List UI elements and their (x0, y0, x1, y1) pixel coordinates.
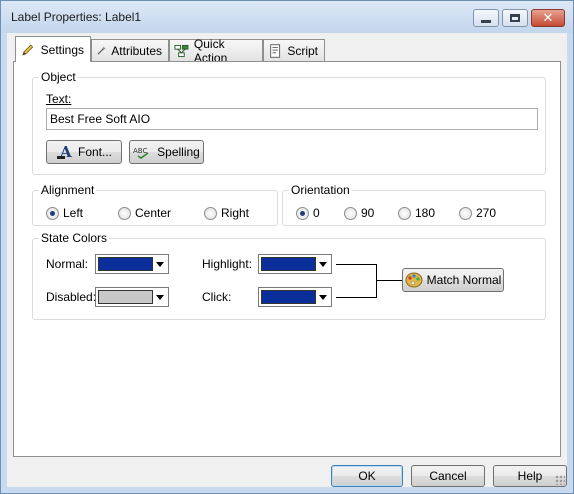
color-swatch (261, 257, 316, 271)
script-icon (270, 43, 281, 58)
dropdown-arrow-icon (153, 294, 167, 300)
radio-label: Center (135, 206, 172, 220)
orientation-180-radio[interactable]: 180 (398, 206, 435, 220)
disabled-label: Disabled: (46, 290, 97, 304)
group-title: Alignment (39, 183, 97, 197)
tab-attributes[interactable]: Attributes (91, 39, 169, 61)
align-center-radio[interactable]: Center (118, 206, 171, 220)
align-left-radio[interactable]: Left (46, 206, 83, 220)
minimize-button[interactable] (473, 9, 499, 27)
connector-line (336, 297, 376, 298)
maximize-icon (510, 14, 520, 22)
resize-grip-icon[interactable] (555, 475, 565, 485)
svg-text:ABC: ABC (133, 147, 147, 155)
tab-label: Settings (40, 42, 84, 57)
radio-label: 270 (476, 206, 497, 220)
text-label: Text: (46, 92, 72, 106)
dropdown-arrow-icon (153, 261, 167, 267)
tab-script[interactable]: Script (263, 39, 325, 61)
dropdown-arrow-icon (316, 261, 330, 267)
pencil-icon (22, 44, 34, 56)
highlight-color-picker[interactable] (258, 254, 332, 274)
wand-icon (97, 45, 106, 55)
radio-label: 0 (313, 206, 320, 220)
radio-label: Left (63, 206, 84, 220)
color-swatch (98, 257, 153, 271)
title-bar[interactable]: Label Properties: Label1 ✕ (1, 1, 573, 33)
tab-label: Script (287, 43, 318, 58)
orientation-0-radio[interactable]: 0 (296, 206, 320, 220)
settings-panel: Object Text: Best Free Soft AIO A Font..… (13, 61, 561, 457)
font-icon: A (56, 143, 72, 161)
radio-indicator (459, 206, 472, 220)
match-normal-button[interactable]: Match Normal (402, 268, 504, 292)
radio-label: Right (221, 206, 250, 220)
radio-indicator (204, 206, 217, 220)
font-button[interactable]: A Font... (46, 140, 122, 164)
connector-line (376, 280, 402, 281)
minimize-icon (481, 19, 491, 23)
match-normal-label: Match Normal (426, 273, 502, 287)
text-input[interactable]: Best Free Soft AIO (46, 108, 538, 130)
group-title: Object (39, 70, 78, 84)
palette-icon (405, 272, 423, 288)
click-label: Click: (202, 290, 232, 304)
tab-quick-action[interactable]: Quick Action (169, 37, 263, 65)
spelling-button-label: Spelling (157, 145, 200, 159)
close-button[interactable]: ✕ (531, 9, 565, 27)
normal-color-picker[interactable] (95, 254, 169, 274)
radio-indicator (344, 206, 357, 220)
dropdown-arrow-icon (316, 294, 330, 300)
cancel-button[interactable]: Cancel (411, 465, 485, 487)
radio-indicator (398, 206, 411, 220)
spellcheck-icon: ABC (133, 147, 149, 159)
font-button-label: Font... (77, 145, 112, 159)
flowchart-icon (174, 44, 189, 57)
connector-line (376, 264, 377, 298)
connector-line (336, 264, 376, 265)
window-title: Label Properties: Label1 (11, 10, 142, 24)
spelling-button[interactable]: ABC Spelling (129, 140, 204, 164)
tab-settings[interactable]: Settings (15, 36, 91, 62)
radio-indicator (296, 206, 309, 220)
radio-indicator (46, 206, 59, 220)
radio-label: 90 (361, 206, 375, 220)
dialog-client: Settings Attributes Quick Action Script … (7, 33, 567, 487)
disabled-color-picker[interactable] (95, 287, 169, 307)
orientation-270-radio[interactable]: 270 (459, 206, 496, 220)
click-color-picker[interactable] (258, 287, 332, 307)
group-title: Orientation (289, 183, 352, 197)
group-title: State Colors (39, 231, 110, 245)
color-swatch (98, 290, 153, 304)
ok-button[interactable]: OK (331, 465, 403, 487)
align-right-radio[interactable]: Right (204, 206, 249, 220)
properties-window: Label Properties: Label1 ✕ Settings Attr… (0, 0, 574, 494)
color-swatch (261, 290, 316, 304)
maximize-button[interactable] (502, 9, 528, 27)
tab-label: Attributes (111, 43, 162, 58)
orientation-90-radio[interactable]: 90 (344, 206, 374, 220)
normal-label: Normal: (46, 257, 89, 271)
radio-indicator (118, 206, 131, 220)
highlight-label: Highlight: (202, 257, 253, 271)
close-icon: ✕ (542, 10, 554, 26)
radio-label: 180 (415, 206, 436, 220)
